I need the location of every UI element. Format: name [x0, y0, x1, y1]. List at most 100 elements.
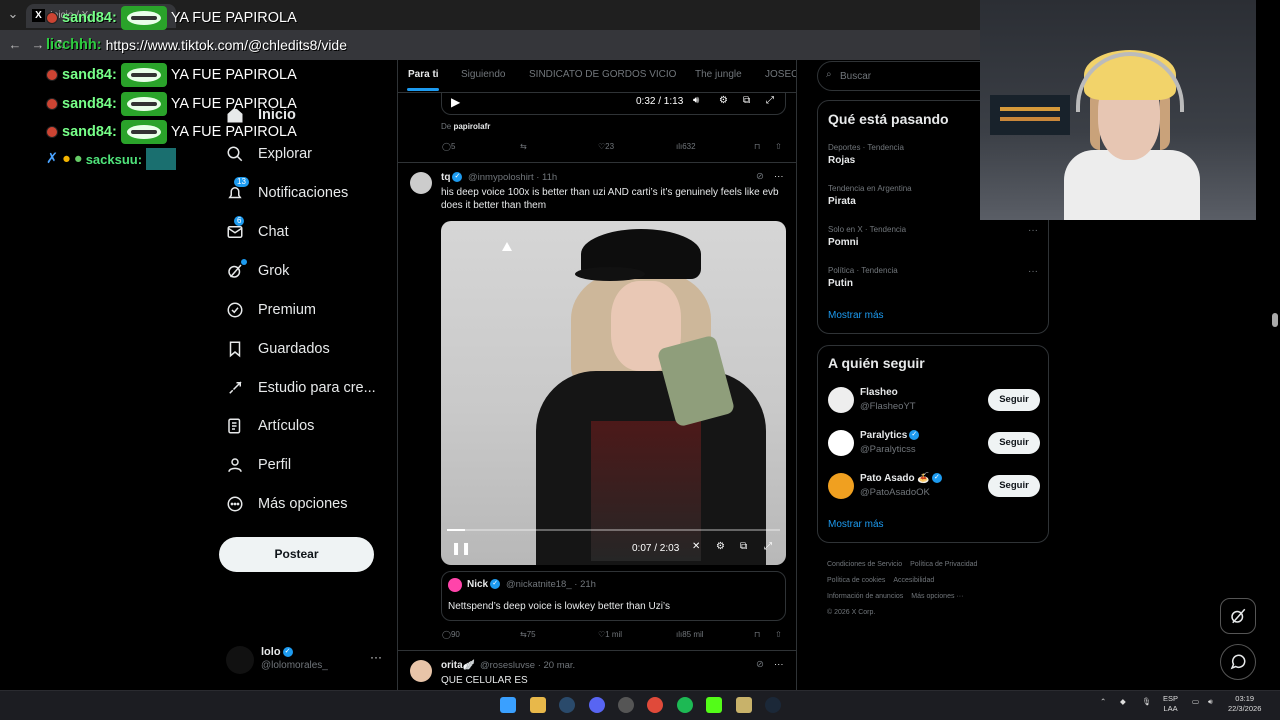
follow-handle: @FlasheoYT: [860, 401, 916, 412]
more-dots-icon[interactable]: ···: [774, 171, 784, 182]
post-author[interactable]: orita🪽: [441, 660, 475, 671]
footer-link[interactable]: Información de anuncios: [827, 593, 903, 600]
language-indicator[interactable]: ESP LAA: [1163, 694, 1178, 714]
follow-button[interactable]: Seguir: [988, 475, 1040, 497]
account-switcher[interactable]: lolo ✓ @lolomorales_ ···: [226, 644, 386, 674]
tab-siguiendo[interactable]: Siguiendo: [461, 69, 505, 80]
show-more-link[interactable]: Mostrar más: [828, 519, 884, 530]
tab-sindicato[interactable]: SINDICATO DE GORDOS VICIO: [529, 69, 676, 80]
steam-icon[interactable]: [559, 697, 575, 713]
volume-icon[interactable]: 🔊︎: [1208, 697, 1213, 707]
avatar[interactable]: [828, 430, 854, 456]
scrollbar-thumb[interactable]: [1272, 313, 1278, 327]
avatar[interactable]: [828, 387, 854, 413]
trend-name[interactable]: Pirata: [828, 196, 856, 207]
follow-button[interactable]: Seguir: [988, 389, 1040, 411]
share-icon[interactable]: ⇧: [775, 142, 782, 151]
tab-joseo[interactable]: JOSEO: [765, 69, 796, 80]
sidebar-item-guardados[interactable]: Guardados: [226, 334, 330, 364]
grok-fab-button[interactable]: [1220, 598, 1256, 634]
grok-icon[interactable]: ⊘: [756, 659, 764, 670]
repost-button[interactable]: ⇆ 75: [520, 630, 536, 639]
video-source-user[interactable]: papirolafr: [453, 122, 490, 131]
sidebar-item-premium[interactable]: Premium: [226, 295, 316, 325]
file-explorer-icon[interactable]: [530, 697, 546, 713]
footer-link[interactable]: Política de cookies: [827, 577, 885, 584]
search-icon: [226, 145, 244, 163]
tab-para-ti[interactable]: Para ti: [408, 69, 439, 80]
post-button[interactable]: Postear: [219, 537, 374, 572]
play-icon[interactable]: ▶: [451, 95, 460, 109]
forward-arrow-icon[interactable]: →: [28, 35, 48, 55]
kick-icon[interactable]: [706, 697, 722, 713]
quoted-post[interactable]: Nick ✓ @nickatnite18_ · 21h Nettspend’s d…: [441, 571, 786, 621]
sidebar-item-notificaciones[interactable]: 13 Notificaciones: [226, 177, 348, 208]
obs-icon[interactable]: [618, 697, 634, 713]
messages-fab-button[interactable]: [1220, 644, 1256, 680]
trend-name[interactable]: Putin: [828, 278, 853, 289]
share-icon[interactable]: ⇧: [775, 630, 782, 639]
footer-link[interactable]: Accesibilidad: [893, 577, 934, 584]
follow-name[interactable]: Paralytics ✓: [860, 430, 920, 441]
footer-link[interactable]: Más opciones ···: [911, 593, 963, 600]
network-icon[interactable]: ▭: [1192, 697, 1199, 707]
sidebar-item-perfil[interactable]: Perfil: [226, 450, 291, 480]
more-dots-icon[interactable]: ···: [370, 650, 382, 664]
pause-icon[interactable]: ❚❚: [451, 541, 471, 555]
fullscreen-icon[interactable]: ⤢: [764, 541, 772, 552]
reply-button[interactable]: ◯ 90: [442, 630, 460, 639]
follow-name[interactable]: Pato Asado 🍝 ✓: [860, 473, 942, 484]
steam-2-icon[interactable]: [765, 697, 781, 713]
bookmark-icon[interactable]: ⊓: [754, 630, 760, 639]
sidebar-item-estudio[interactable]: Estudio para cre...: [226, 373, 376, 403]
discord-icon[interactable]: [589, 697, 605, 713]
like-button[interactable]: ♡ 23: [598, 142, 614, 151]
trend-name[interactable]: Pomni: [828, 237, 859, 248]
reply-button[interactable]: ◯ 5: [442, 142, 455, 151]
volume-icon[interactable]: 🔊︎: [693, 95, 699, 106]
sidebar-item-grok[interactable]: Grok: [226, 256, 289, 286]
more-dots-icon[interactable]: ···: [1028, 225, 1038, 236]
views-button[interactable]: ılı 632: [676, 142, 696, 151]
post-author[interactable]: tq ✓: [441, 172, 463, 183]
bookmark-icon[interactable]: ⊓: [754, 142, 760, 151]
video-player[interactable]: ❚❚ 0:07 / 2:03 ✕ ⚙ ⧉ ⤢: [441, 221, 786, 565]
footer-link[interactable]: Condiciones de Servicio: [827, 561, 902, 568]
tab-the-jungle[interactable]: The jungle: [695, 69, 742, 80]
game-icon[interactable]: [736, 697, 752, 713]
tray-chevron-icon[interactable]: ⌃: [1100, 697, 1106, 707]
chrome-icon[interactable]: [647, 697, 663, 713]
settings-icon[interactable]: ⚙: [716, 541, 725, 552]
mute-icon[interactable]: ✕: [692, 541, 700, 552]
trend-name[interactable]: Rojas: [828, 155, 855, 166]
follow-name[interactable]: Flasheo: [860, 387, 898, 398]
clock[interactable]: 03:19 22/3/2026: [1228, 694, 1261, 714]
show-more-link[interactable]: Mostrar más: [828, 310, 884, 321]
follow-button[interactable]: Seguir: [988, 432, 1040, 454]
video-progress-bar[interactable]: [447, 529, 780, 531]
repost-icon[interactable]: ⇆: [520, 142, 527, 151]
spotify-icon[interactable]: [677, 697, 693, 713]
trend-context: Deportes · Tendencia: [828, 143, 904, 152]
back-arrow-icon[interactable]: ←: [5, 35, 25, 55]
avatar[interactable]: [410, 660, 432, 682]
tab-list-chevron-icon[interactable]: ⌄: [3, 4, 23, 24]
pip-icon[interactable]: ⧉: [740, 541, 747, 552]
footer-link[interactable]: Política de Privacidad: [910, 561, 977, 568]
fullscreen-icon[interactable]: ⤢: [766, 95, 774, 106]
views-button[interactable]: ılı 85 mil: [676, 630, 704, 639]
tray-app-icon[interactable]: ◆: [1120, 697, 1126, 707]
more-dots-icon[interactable]: ···: [1028, 266, 1038, 277]
windows-start-icon[interactable]: [500, 697, 516, 713]
microphone-icon[interactable]: 🎙︎: [1142, 697, 1152, 707]
pip-icon[interactable]: ⧉: [743, 95, 750, 106]
avatar[interactable]: [410, 172, 432, 194]
sidebar-item-chat[interactable]: 6 Chat: [226, 216, 289, 247]
avatar[interactable]: [828, 473, 854, 499]
settings-icon[interactable]: ⚙: [719, 95, 728, 106]
grok-icon[interactable]: ⊘: [756, 171, 764, 182]
more-dots-icon[interactable]: ···: [774, 659, 784, 670]
sidebar-item-articulos[interactable]: Artículos: [226, 411, 314, 441]
like-button[interactable]: ♡ 1 mil: [598, 630, 622, 639]
sidebar-item-mas-opciones[interactable]: Más opciones: [226, 489, 347, 519]
